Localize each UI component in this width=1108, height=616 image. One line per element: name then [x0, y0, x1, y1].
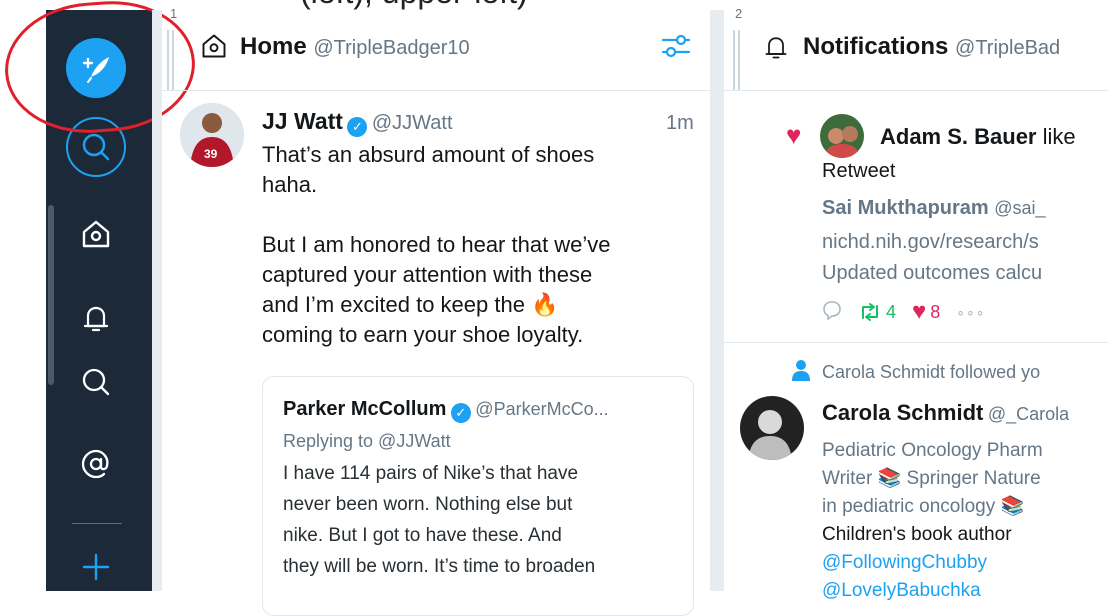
- nav-scrollbar[interactable]: [48, 205, 54, 385]
- bio-line: in pediatric oncology 📚: [822, 496, 1025, 517]
- original-author-handle[interactable]: @sai_: [994, 198, 1045, 218]
- at-icon: [81, 449, 109, 479]
- add-column-button[interactable]: [76, 547, 116, 587]
- nav-home-button[interactable]: [76, 214, 116, 254]
- bio-link[interactable]: @LovelyBabuchka: [822, 577, 1043, 605]
- filter-sliders-icon: [661, 34, 691, 58]
- liking-user-name[interactable]: Adam S. Bauer: [880, 124, 1037, 149]
- heart-icon: ♥: [912, 298, 927, 325]
- original-text-line: nichd.nih.gov/research/s: [822, 231, 1039, 253]
- quoted-author-handle: @ParkerMcCo...: [475, 399, 609, 419]
- column-header-divider: [724, 90, 1108, 91]
- column-drag-handle[interactable]: [172, 30, 174, 90]
- column-title: Notifications: [803, 33, 949, 60]
- column-settings-button[interactable]: [660, 30, 692, 67]
- bio-link[interactable]: @FollowingChubby: [822, 549, 1043, 577]
- column-gutter: [152, 10, 162, 591]
- original-author-name[interactable]: Sai Mukthapuram: [822, 197, 989, 219]
- avatar[interactable]: [740, 396, 804, 460]
- reply-button[interactable]: [822, 300, 842, 325]
- column-gutter: [710, 10, 724, 591]
- column-account-handle: @TripleBad: [955, 37, 1061, 59]
- home-icon: [82, 220, 110, 248]
- nav-divider: [72, 523, 122, 524]
- bio-line: Writer 📚 Springer Nature: [822, 468, 1041, 489]
- tweet-text-line: captured your attention with these: [262, 262, 593, 287]
- follower-name[interactable]: Carola Schmidt: [822, 400, 983, 425]
- tweet-text-line: coming to earn your shoe loyalty.: [262, 322, 584, 347]
- svg-text:39: 39: [204, 147, 218, 161]
- home-icon: [200, 32, 228, 65]
- person-icon: [790, 359, 812, 386]
- like-count: 8: [930, 301, 941, 322]
- quoted-author-name: Parker McCollum: [283, 398, 447, 420]
- avatar[interactable]: 39: [180, 103, 244, 167]
- search-icon: [82, 368, 110, 396]
- retweet-icon: [862, 303, 878, 321]
- notification-divider: [724, 342, 1108, 343]
- column-account-handle: @TripleBadger10: [313, 37, 470, 59]
- tweet-text-line: and I’m excited to keep the 🔥: [262, 292, 559, 317]
- more-options-button[interactable]: ∘∘∘: [956, 304, 985, 321]
- original-tweet-text: nichd.nih.gov/research/s Updated outcome…: [822, 227, 1042, 289]
- search-icon: [82, 133, 110, 161]
- tweet-text: That’s an absurd amount of shoes haha. B…: [262, 140, 702, 350]
- tweet-text-line: That’s an absurd amount of shoes: [262, 142, 595, 167]
- retweet-button[interactable]: 4: [858, 302, 896, 323]
- verified-badge-icon: ✓: [450, 403, 471, 423]
- bio-line: Pediatric Oncology Pharm: [822, 440, 1043, 461]
- column-header-divider: [162, 90, 710, 91]
- tweet-header: JJ Watt ✓ @JJWatt: [262, 108, 453, 137]
- verified-badge-icon: ✓: [347, 117, 368, 137]
- tweet-text-line: [262, 200, 702, 230]
- reply-icon: [823, 300, 841, 321]
- original-tweet-header: Sai Mukthapuram @sai_: [822, 197, 1046, 220]
- tweet-text-line: haha.: [262, 172, 318, 197]
- quoted-text-line: nike. But I got to have these. And: [283, 525, 562, 546]
- retweet-count: 4: [886, 301, 897, 322]
- follower-handle[interactable]: @_Carola: [988, 404, 1069, 424]
- nav-mentions-button[interactable]: [76, 444, 116, 484]
- nav-notifications-button[interactable]: [76, 298, 116, 338]
- tweet-author-handle[interactable]: @JJWatt: [372, 112, 453, 134]
- like-notification-line: Adam S. Bauer like: [880, 124, 1076, 150]
- follow-notification-banner: Carola Schmidt followed yo: [822, 362, 1041, 382]
- quoted-tweet-text: I have 114 pairs of Nike’s that have nev…: [283, 458, 683, 582]
- tweet-actions: 4 ♥ 8 ∘∘∘: [822, 299, 986, 325]
- follower-bio: Pediatric Oncology Pharm Writer 📚 Spring…: [822, 437, 1043, 605]
- quoted-text-line: they will be worn. It’s time to broaden: [283, 556, 596, 577]
- tweet-author-name[interactable]: JJ Watt: [262, 108, 343, 134]
- column-header-notifications: Notifications @TripleBad: [803, 33, 1060, 61]
- reply-context: Replying to @JJWatt: [283, 431, 451, 451]
- bio-line: Children's book author: [822, 524, 1012, 545]
- column-drag-handle[interactable]: [738, 30, 740, 90]
- notification-action: like: [1042, 124, 1076, 149]
- heart-icon: ♥: [786, 120, 802, 150]
- column-title: Home: [240, 33, 307, 60]
- follower-header: Carola Schmidt @_Carola: [822, 400, 1069, 426]
- tweet-timestamp[interactable]: 1m: [666, 112, 694, 135]
- bell-icon: [762, 33, 790, 66]
- column-drag-handle[interactable]: [167, 30, 169, 90]
- bell-icon: [83, 306, 109, 332]
- column-number: 1: [170, 6, 178, 21]
- original-text-line: Updated outcomes calcu: [822, 262, 1043, 284]
- quoted-text-line: I have 114 pairs of Nike’s that have: [283, 463, 579, 484]
- column-header-home: Home @TripleBadger10: [240, 33, 470, 61]
- tweet-text-line: But I am honored to hear that we’ve: [262, 232, 611, 257]
- quoted-text-line: never been worn. Nothing else but: [283, 494, 573, 515]
- plus-icon: [82, 553, 110, 581]
- avatar[interactable]: [820, 114, 864, 158]
- column-number: 2: [735, 6, 743, 21]
- nav-search-button[interactable]: [76, 362, 116, 402]
- column-drag-handle[interactable]: [733, 30, 735, 90]
- like-button[interactable]: ♥ 8: [912, 298, 941, 325]
- notification-type-label: Retweet: [822, 160, 896, 182]
- image-caption: (left), upper-left): [300, 0, 528, 11]
- quoted-tweet-header: Parker McCollum ✓ @ParkerMcCo...: [283, 398, 609, 423]
